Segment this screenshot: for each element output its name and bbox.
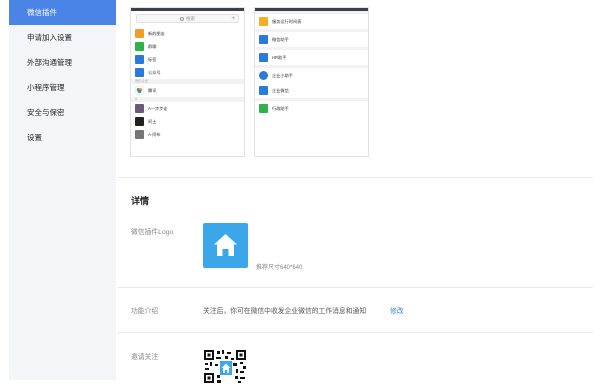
- modify-intro-link[interactable]: 修改: [390, 305, 404, 315]
- page-title: 详情: [131, 196, 150, 206]
- add-icon: +: [231, 16, 235, 22]
- wechat-helper-icon: [259, 35, 268, 44]
- contact-avatar-icon: [135, 130, 144, 139]
- phone-search-placeholder: 搜索: [186, 15, 195, 21]
- divider: [117, 287, 593, 288]
- list-item: 群聊: [131, 40, 244, 53]
- list-item: 企业微信: [255, 83, 368, 98]
- sidebar-item-wechat-plugin[interactable]: 微信插件: [9, 0, 116, 25]
- sidebar-item-settings[interactable]: 设置: [9, 125, 116, 150]
- list-item-label: 腾讯: [148, 87, 157, 93]
- intro-text: 关注后，你可在微信中收发企业微信的工作消息和通知: [203, 308, 367, 315]
- group-chat-icon: [135, 42, 144, 51]
- new-friend-icon: [135, 29, 144, 38]
- contact-avatar-icon: [135, 104, 144, 113]
- enterprise-helper-icon: [259, 71, 268, 80]
- home-icon: [214, 234, 237, 256]
- list-item-label: 群聊: [148, 43, 157, 49]
- list-item-label: 企业小助手: [272, 72, 293, 78]
- list-item: A一步步走: [131, 102, 244, 115]
- tag-icon: [135, 55, 144, 64]
- divider: [117, 332, 593, 333]
- tencent-logo-icon: [135, 86, 144, 95]
- list-item: 阿土: [131, 115, 244, 128]
- admin-helper-icon: [259, 104, 268, 113]
- list-item: 新的朋友: [131, 27, 244, 40]
- invite-qr-code[interactable]: [203, 349, 247, 384]
- list-item-label: 阿土: [148, 118, 157, 124]
- list-item-label: 服务运行时间表: [272, 18, 302, 24]
- list-item: 公众号: [131, 66, 244, 79]
- phone-status-bar: [131, 8, 244, 11]
- list-item-label: 行政助手: [272, 105, 289, 111]
- list-item: HR助手: [255, 50, 368, 65]
- list-item-label: A一步步走: [148, 105, 168, 111]
- qr-code-icon: [203, 349, 247, 384]
- sidebar-item-mini-program[interactable]: 小程序管理: [9, 75, 116, 100]
- list-item: 行政助手: [255, 101, 368, 116]
- list-item-label: 公众号: [148, 69, 161, 75]
- official-account-icon: [135, 68, 144, 77]
- sidebar-item-security[interactable]: 安全与保密: [9, 100, 116, 125]
- wework-icon: [259, 86, 268, 95]
- logo-size-hint: 推荐尺寸640*640: [256, 265, 303, 271]
- list-item-label: A-阿布: [148, 131, 161, 137]
- sidebar-item-join-settings[interactable]: 申请加入设置: [9, 25, 116, 50]
- list-item: A-阿布: [131, 128, 244, 141]
- list-item: 标签: [131, 53, 244, 66]
- contact-avatar-icon: [135, 117, 144, 126]
- list-item-label: 标签: [148, 56, 157, 62]
- list-item: 企业小助手: [255, 68, 368, 83]
- list-item: 服务运行时间表: [255, 14, 368, 29]
- schedule-icon: [259, 17, 268, 26]
- phone-preview-contacts: 搜索 + 新的朋友 群聊 标签 公众号 我的企业 腾讯 A A一步步走 阿土 A…: [130, 7, 245, 157]
- hr-helper-icon: [259, 53, 268, 62]
- sidebar: 微信插件 申请加入设置 外部沟通管理 小程序管理 安全与保密 设置: [9, 0, 116, 380]
- search-icon: [180, 16, 184, 21]
- phone-preview-work-apps: 服务运行时间表 微信助手 HR助手 企业小助手 企业微信 行政助手: [254, 7, 369, 157]
- plugin-logo-upload[interactable]: [203, 223, 248, 268]
- logo-field-label: 微信插件Logo: [131, 229, 174, 236]
- intro-field-label: 功能介绍: [131, 308, 159, 315]
- divider: [117, 177, 593, 178]
- list-item: 微信助手: [255, 32, 368, 47]
- list-item: 腾讯: [131, 84, 244, 97]
- list-item-label: 微信助手: [272, 36, 289, 42]
- invite-field-label: 邀请关注: [131, 354, 159, 361]
- list-item-label: HR助手: [272, 54, 287, 60]
- list-item-label: 企业微信: [272, 87, 289, 93]
- sidebar-item-external-communication[interactable]: 外部沟通管理: [9, 50, 116, 75]
- list-item-label: 新的朋友: [148, 30, 165, 36]
- phone-search-bar: 搜索 +: [136, 14, 239, 23]
